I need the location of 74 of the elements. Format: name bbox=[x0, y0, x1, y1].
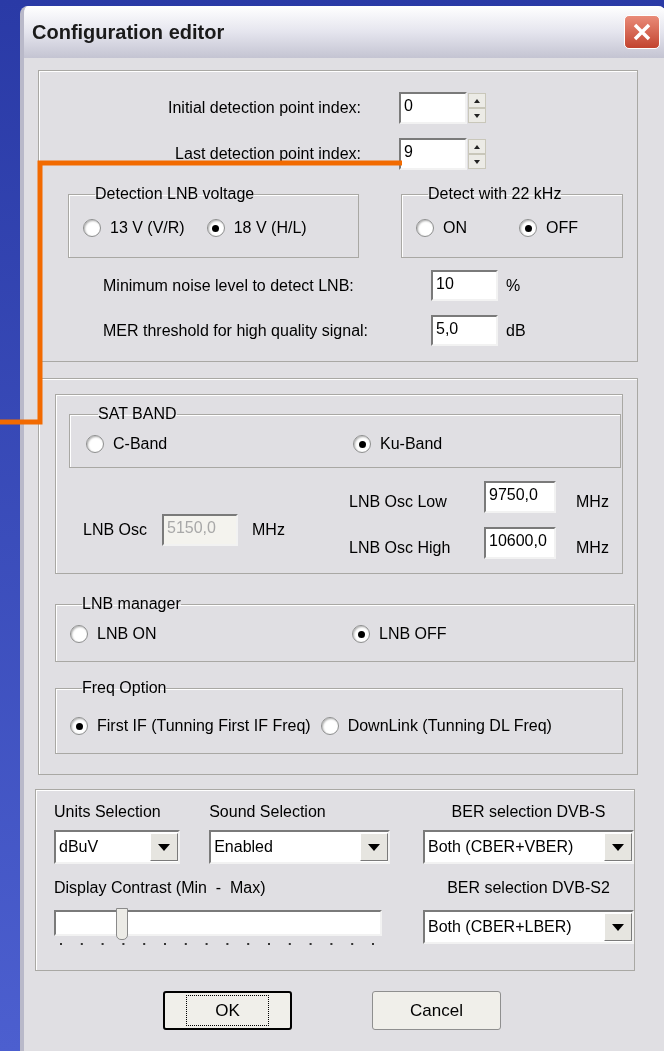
slider-thumb[interactable] bbox=[116, 908, 128, 940]
radio-button[interactable] bbox=[416, 219, 434, 237]
dropdown-button[interactable] bbox=[150, 833, 178, 861]
spin-down-button[interactable] bbox=[468, 108, 486, 123]
dropdown-button[interactable] bbox=[604, 913, 632, 941]
dropdown-button[interactable] bbox=[604, 833, 632, 861]
radio-label: 13 V (V/R) bbox=[110, 218, 185, 238]
group-label: Detect with 22 kHz bbox=[428, 184, 562, 204]
text-field[interactable]: 0 bbox=[399, 92, 467, 124]
radio-label: DownLink (Tunning DL Freq) bbox=[347, 716, 552, 736]
window-title: Configuration editor bbox=[32, 20, 225, 45]
radio-button[interactable] bbox=[83, 219, 101, 237]
up-arrow-icon bbox=[473, 97, 481, 104]
unit-label: MHz bbox=[576, 538, 609, 558]
field-label: BER selection DVB-S2 bbox=[447, 878, 610, 898]
field-label: MER threshold for high quality signal: bbox=[102, 320, 370, 341]
dropdown-button[interactable] bbox=[360, 833, 389, 861]
radio-label: First IF (Tunning First IF Freq) bbox=[97, 716, 311, 736]
radio-label: LNB ON bbox=[97, 624, 157, 644]
radio-button[interactable] bbox=[519, 219, 537, 237]
radio-label: Ku-Band bbox=[380, 434, 443, 454]
down-arrow-icon bbox=[473, 158, 481, 165]
text-field[interactable]: 9 bbox=[399, 138, 467, 170]
radio-label: 18 V (H/L) bbox=[233, 218, 307, 238]
field-label: Sound Selection bbox=[209, 802, 327, 822]
dialog-button[interactable]: OK bbox=[163, 991, 292, 1030]
radio-label: ON bbox=[443, 218, 467, 238]
field-label: BER selection DVB-S bbox=[451, 802, 606, 822]
field-label: Display Contrast (Min - Max) bbox=[54, 879, 266, 896]
caret-icon bbox=[158, 843, 170, 851]
unit-label: % bbox=[506, 275, 521, 296]
dropdown[interactable]: Both (CBER+LBER) bbox=[423, 910, 634, 944]
caret-icon bbox=[368, 843, 381, 851]
radio-button[interactable] bbox=[320, 717, 339, 735]
radio-button[interactable] bbox=[70, 717, 88, 735]
radio-button[interactable] bbox=[70, 625, 88, 643]
radio-label: C-Band bbox=[113, 434, 168, 454]
close-icon bbox=[632, 22, 652, 42]
radio-button[interactable] bbox=[352, 625, 370, 643]
unit-label: MHz bbox=[576, 492, 609, 512]
radio-button[interactable] bbox=[353, 435, 371, 453]
radio-label: LNB OFF bbox=[379, 624, 447, 644]
dropdown[interactable]: Both (CBER+VBER) bbox=[423, 830, 634, 864]
field-label: Initial detection point index: bbox=[167, 98, 361, 118]
group-label: Detection LNB voltage bbox=[95, 184, 255, 204]
text-field[interactable]: 5,0 bbox=[431, 315, 498, 346]
field-label: LNB Osc Low bbox=[349, 492, 448, 512]
dialog-button[interactable]: Cancel bbox=[372, 991, 501, 1030]
dropdown[interactable]: dBuV bbox=[54, 830, 180, 864]
group-label: Freq Option bbox=[82, 678, 167, 698]
text-field[interactable]: 10 bbox=[431, 270, 498, 301]
radio-button[interactable] bbox=[206, 219, 225, 237]
field-label: LNB Osc bbox=[82, 520, 148, 540]
group-label: LNB manager bbox=[82, 594, 181, 614]
caret-icon bbox=[612, 843, 624, 851]
unit-label: dB bbox=[506, 320, 526, 341]
radio-label: OFF bbox=[546, 218, 578, 238]
close-button[interactable] bbox=[624, 15, 660, 49]
radio-button[interactable] bbox=[86, 435, 104, 453]
field-label: Last detection point index: bbox=[174, 144, 361, 164]
down-arrow-icon bbox=[473, 112, 481, 119]
dropdown[interactable]: Enabled bbox=[209, 830, 391, 864]
text-field[interactable]: 9750,0 bbox=[484, 481, 556, 513]
spin-up-button[interactable] bbox=[468, 93, 486, 108]
field-label: Units Selection bbox=[54, 802, 162, 822]
text-field[interactable]: 10600,0 bbox=[484, 527, 556, 559]
up-arrow-icon bbox=[473, 143, 481, 150]
group-label: SAT BAND bbox=[98, 404, 177, 424]
caret-icon bbox=[612, 923, 624, 931]
unit-label: MHz bbox=[252, 520, 285, 540]
field-label: Minimum noise level to detect LNB: bbox=[102, 275, 355, 296]
spin-up-button[interactable] bbox=[468, 139, 486, 154]
field-label: LNB Osc High bbox=[349, 538, 452, 558]
spin-down-button[interactable] bbox=[468, 154, 486, 169]
